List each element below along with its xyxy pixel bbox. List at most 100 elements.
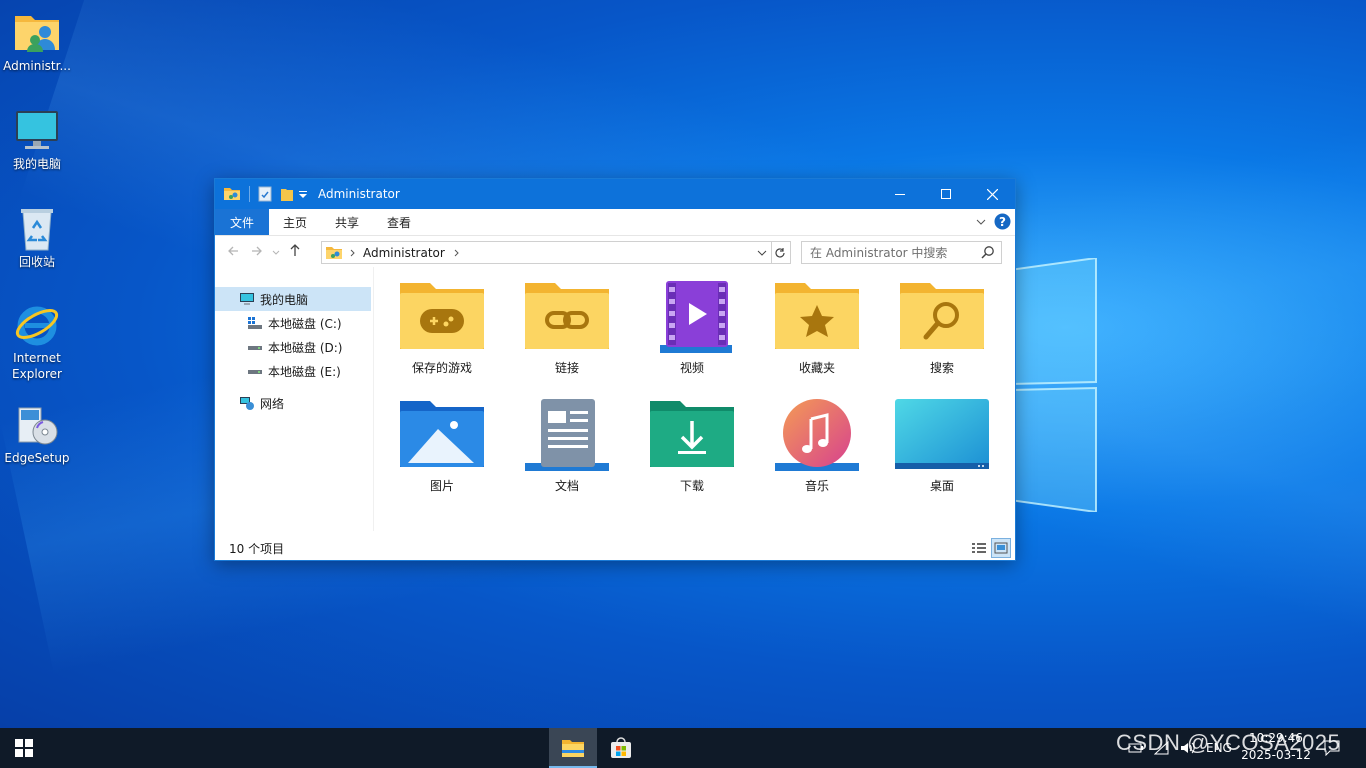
folder-favorites[interactable]: 收藏夹 (757, 279, 877, 376)
chevron-down-icon (757, 250, 767, 256)
address-bar[interactable]: Administrator (321, 241, 772, 264)
network-icon (240, 397, 254, 410)
windows-drive-icon (248, 317, 262, 329)
file-explorer-window[interactable]: Administrator 文件 主页 共享 查看 ? Administrato… (214, 178, 1016, 561)
folder-links[interactable]: 链接 (507, 279, 627, 376)
desktop-icon-administrator[interactable]: Administr... (0, 10, 74, 74)
up-button[interactable] (283, 243, 307, 261)
item-label: 下载 (679, 479, 704, 493)
desktop-icon-my-computer[interactable]: 我的电脑 (0, 108, 74, 172)
desktop-icon-recycle-bin[interactable]: 回收站 (0, 206, 74, 270)
desktop-icon-internet-explorer[interactable]: Internet Explorer (0, 302, 74, 382)
large-icons-view-button[interactable] (991, 538, 1011, 558)
expand-ribbon-chevron-icon[interactable] (976, 218, 986, 226)
title-bar[interactable]: Administrator (215, 179, 1015, 209)
item-label: 视频 (679, 361, 704, 375)
tab-share[interactable]: 共享 (321, 209, 373, 235)
maximize-button[interactable] (923, 179, 969, 209)
internet-explorer-icon (15, 306, 59, 346)
arrow-left-icon (228, 246, 238, 256)
folder-downloads[interactable]: 下载 (632, 397, 752, 494)
taskbar-file-explorer[interactable] (549, 728, 597, 768)
svg-text:?: ? (999, 215, 1006, 229)
computer-icon (240, 293, 254, 305)
videos-folder-icon (660, 281, 732, 353)
folder-saved-games[interactable]: 保存的游戏 (382, 279, 502, 376)
desktop-icon-label: EdgeSetup (4, 451, 70, 465)
address-path[interactable]: Administrator (363, 246, 445, 260)
pictures-folder-icon (400, 401, 484, 467)
chevron-right-icon[interactable] (349, 249, 357, 257)
tab-home[interactable]: 主页 (269, 209, 321, 235)
music-folder-icon (775, 399, 859, 471)
refresh-button[interactable] (770, 241, 791, 264)
folder-searches[interactable]: 搜索 (882, 279, 1002, 376)
links-folder-icon (525, 283, 609, 349)
windows-logo-wallpaper (1010, 258, 1097, 512)
documents-folder-icon (525, 399, 609, 471)
nav-item-label: 网络 (260, 396, 285, 411)
folder-documents[interactable]: 文档 (507, 397, 627, 494)
nav-item-label: 我的电脑 (260, 292, 309, 307)
details-view-button[interactable] (969, 538, 989, 558)
nav-item-network[interactable]: 网络 (239, 391, 284, 415)
desktop-icon-label: Internet Explorer (12, 351, 62, 381)
new-folder-icon[interactable] (280, 186, 294, 202)
forward-button[interactable] (245, 243, 269, 261)
user-folder-icon[interactable] (223, 186, 241, 202)
maximize-icon (941, 189, 951, 199)
computer-icon (16, 111, 58, 149)
tab-file[interactable]: 文件 (215, 209, 270, 235)
item-count: 10 个项目 (229, 541, 285, 556)
search-icon[interactable] (981, 245, 995, 259)
folder-desktop[interactable]: 桌面 (882, 397, 1002, 494)
search-input[interactable]: 在 Administrator 中搜索 (801, 241, 1002, 264)
tab-view[interactable]: 查看 (373, 209, 425, 235)
saved-games-folder-icon (400, 283, 484, 349)
window-title: Administrator (318, 187, 400, 201)
item-label: 收藏夹 (798, 361, 835, 375)
nav-item-my-computer[interactable]: 我的电脑 (215, 287, 371, 311)
details-view-icon (972, 543, 986, 553)
close-button[interactable] (969, 179, 1015, 209)
arrow-right-icon (252, 246, 262, 256)
desktop-icon-label: Administr... (3, 59, 71, 73)
minimize-button[interactable] (877, 179, 923, 209)
windows-start-icon (15, 739, 33, 757)
file-list-view: 保存的游戏 链接 视频 收藏夹 搜索 图片 文档 下载 音乐 桌面 (375, 267, 1015, 531)
arrow-up-icon (290, 244, 300, 256)
taskbar-microsoft-store[interactable] (597, 728, 645, 768)
folder-videos[interactable]: 视频 (632, 279, 752, 376)
folder-music[interactable]: 音乐 (757, 397, 877, 494)
large-icons-view-icon (994, 542, 1008, 554)
toolbar-divider (249, 186, 250, 202)
item-label: 桌面 (929, 479, 954, 493)
installer-icon (18, 407, 58, 445)
folder-pictures[interactable]: 图片 (382, 397, 502, 494)
desktop-icon-label: 回收站 (18, 255, 55, 269)
nav-item-label: 本地磁盘 (D:) (268, 340, 343, 355)
drive-icon (248, 370, 262, 374)
navigation-pane: 我的电脑 本地磁盘 (C:) 本地磁盘 (D:) 本地磁盘 (E:) 网络 (215, 267, 374, 531)
user-folder-icon (15, 16, 59, 52)
chevron-right-icon[interactable] (453, 249, 461, 257)
item-label: 搜索 (929, 361, 954, 375)
nav-item-drive-e[interactable]: 本地磁盘 (E:) (247, 359, 341, 383)
properties-icon[interactable] (258, 186, 272, 202)
back-button[interactable] (221, 243, 245, 261)
file-explorer-icon (562, 740, 584, 757)
nav-item-drive-d[interactable]: 本地磁盘 (D:) (247, 335, 342, 359)
recent-locations-button[interactable] (269, 245, 283, 259)
customize-toolbar-chevron-icon[interactable] (298, 189, 308, 199)
address-history-dropdown[interactable] (753, 242, 771, 263)
favorites-folder-icon (775, 283, 859, 349)
desktop-icon-edgesetup[interactable]: EdgeSetup (0, 402, 74, 466)
status-bar: 10 个项目 (215, 536, 1015, 560)
chevron-down-icon (272, 250, 280, 255)
nav-item-drive-c[interactable]: 本地磁盘 (C:) (247, 311, 342, 335)
start-button[interactable] (0, 728, 48, 768)
refresh-icon (775, 247, 785, 258)
store-icon (611, 737, 631, 758)
minimize-icon (895, 194, 905, 195)
help-icon[interactable]: ? (994, 213, 1011, 230)
